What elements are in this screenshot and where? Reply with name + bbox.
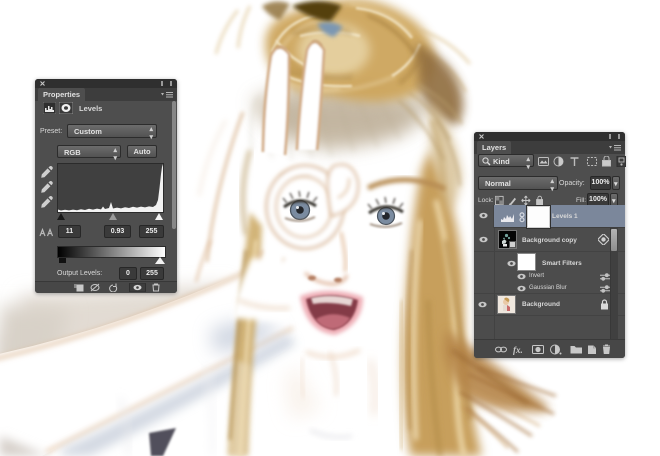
svg-text:fx.: fx. (513, 345, 523, 355)
